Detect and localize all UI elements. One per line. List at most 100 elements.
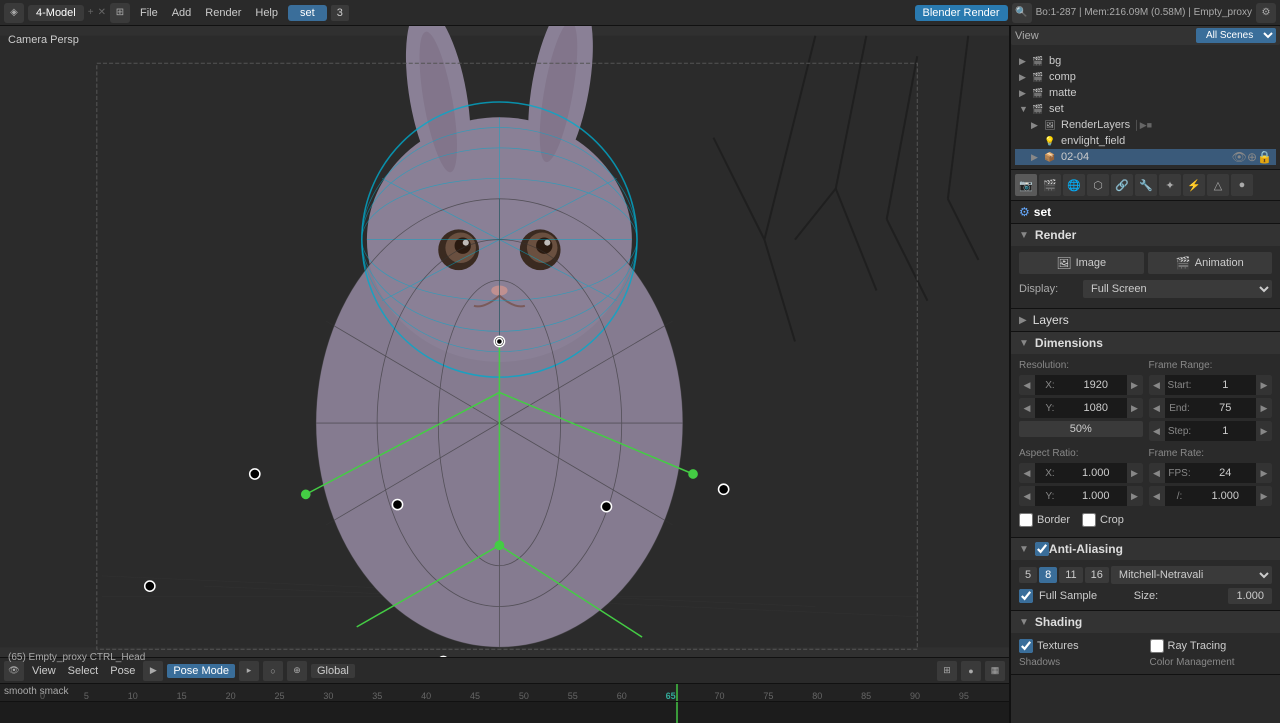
pose-mode-btn[interactable]: Pose Mode [167,664,235,678]
start-dec-btn[interactable]: ◀ [1149,375,1165,395]
viewport[interactable]: Camera Persp [0,26,1010,723]
eye-icon[interactable]: 👁 [1232,150,1247,164]
lock-icon[interactable]: 🔒 [1257,150,1272,164]
end-frame-field[interactable]: ◀ End: 75 ▶ [1149,398,1273,418]
render-icon[interactable]: ▦ [985,661,1005,681]
full-sample-checkbox[interactable] [1019,589,1033,603]
object-label-02-04: 02-04 [1061,151,1089,163]
timeline[interactable]: smooth smack 0 5 10 15 20 25 30 35 40 45 [0,683,1009,723]
cursor-icon[interactable]: ⊕ [1247,150,1257,164]
overlay-icon[interactable]: ⊞ [937,661,957,681]
material-prop-icon[interactable]: ● [1231,174,1253,196]
border-checkbox[interactable] [1019,513,1033,527]
render-section-header[interactable]: ▼ Render [1011,224,1280,246]
object-prop-icon[interactable]: ⬡ [1087,174,1109,196]
view-label[interactable]: View [1015,30,1039,42]
start-inc-btn[interactable]: ▶ [1256,375,1272,395]
layers-section[interactable]: ▶ Layers [1011,309,1280,332]
step-inc-btn[interactable]: ▶ [1256,421,1272,441]
aa-11-btn[interactable]: 11 [1059,567,1082,583]
scene-dropdown[interactable]: All Scenes [1196,28,1276,43]
percent-field[interactable]: 50% [1019,421,1143,437]
timeline-track[interactable] [0,702,1009,723]
fpsd-inc-btn[interactable]: ▶ [1256,486,1272,506]
aa-5-btn[interactable]: 5 [1019,567,1037,583]
physics-prop-icon[interactable]: ⚡ [1183,174,1205,196]
pose-menu[interactable]: Pose [106,665,139,677]
dimensions-section-header[interactable]: ▼ Dimensions [1011,332,1280,354]
shading-icon[interactable]: ● [961,661,981,681]
aa-enable-checkbox[interactable] [1035,542,1049,556]
aspect-x-field[interactable]: ◀ X: 1.000 ▶ [1019,463,1143,483]
shading-section-header[interactable]: ▼ Shading [1011,611,1280,633]
window-type-selector[interactable]: 4-Model [28,5,84,21]
x-dec-btn[interactable]: ◀ [1019,375,1035,395]
fps-denom-field[interactable]: ◀ /: 1.000 ▶ [1149,486,1273,506]
render-engine-selector[interactable]: Blender Render [915,5,1008,21]
snap-icon[interactable]: ⊕ [287,661,307,681]
global-btn[interactable]: Global [311,664,355,678]
tree-item-set[interactable]: ▼ 🎬 set [1015,101,1276,117]
scene-name[interactable]: set [288,5,327,21]
viewport-bottom-toolbar: 👁 View Select Pose ▶ Pose Mode ▸ ○ ⊕ Glo… [0,657,1009,683]
menu-file[interactable]: File [134,5,164,21]
y-dec-btn[interactable]: ◀ [1019,398,1035,418]
end-inc-btn[interactable]: ▶ [1256,398,1272,418]
aa-filter-dropdown[interactable]: Mitchell-Netravali [1111,566,1272,584]
select-menu[interactable]: Select [64,665,103,677]
toggle-icon[interactable]: ▸ [239,661,259,681]
ax-inc-btn[interactable]: ▶ [1127,463,1143,483]
tree-item-02-04[interactable]: ▶ 📦 02-04 👁 ⊕ 🔒 [1015,149,1276,165]
tree-item-bg[interactable]: ▶ 🎬 bg [1015,53,1276,69]
tree-item-comp[interactable]: ▶ 🎬 comp [1015,69,1276,85]
menu-render[interactable]: Render [199,5,247,21]
aa-8-btn[interactable]: 8 [1039,567,1057,583]
canvas-area[interactable] [0,26,1009,657]
playhead[interactable] [676,684,678,701]
data-prop-icon[interactable]: △ [1207,174,1229,196]
fps-dec-btn[interactable]: ◀ [1149,463,1165,483]
start-frame-field[interactable]: ◀ Start: 1 ▶ [1149,375,1273,395]
ay-dec-btn[interactable]: ◀ [1019,486,1035,506]
animation-render-btn[interactable]: 🎬 Animation [1148,252,1273,274]
fpsd-dec-btn[interactable]: ◀ [1149,486,1165,506]
settings-icon[interactable]: ⚙ [1256,3,1276,23]
ax-dec-btn[interactable]: ◀ [1019,463,1035,483]
tree-item-renderlayers[interactable]: ▶ 🖼 RenderLayers │ ▶ ■ [1015,117,1276,133]
world-prop-icon[interactable]: 🌐 [1063,174,1085,196]
aspect-y-field[interactable]: ◀ Y: 1.000 ▶ [1019,486,1143,506]
render-prop-icon[interactable]: 📷 [1015,174,1037,196]
view-menu[interactable]: View [28,665,60,677]
resolution-y-field[interactable]: ◀ Y: 1080 ▶ [1019,398,1143,418]
y-inc-btn[interactable]: ▶ [1127,398,1143,418]
draw-icon[interactable]: ○ [263,661,283,681]
mode-icon[interactable]: ▶ [143,661,163,681]
particle-prop-icon[interactable]: ✦ [1159,174,1181,196]
resolution-x-field[interactable]: ◀ X: 1920 ▶ [1019,375,1143,395]
tree-item-envlight[interactable]: 💡 envlight_field [1015,133,1276,149]
view-icon[interactable]: 👁 [4,661,24,681]
fps-inc-btn[interactable]: ▶ [1256,463,1272,483]
step-frame-field[interactable]: ◀ Step: 1 ▶ [1149,421,1273,441]
end-dec-btn[interactable]: ◀ [1149,398,1165,418]
textures-checkbox[interactable] [1019,639,1033,653]
step-dec-btn[interactable]: ◀ [1149,421,1165,441]
crop-label: Crop [1100,514,1124,526]
menu-add[interactable]: Add [166,5,198,21]
start-value: 1 [1195,379,1257,391]
ray-tracing-checkbox[interactable] [1150,639,1164,653]
fps-field[interactable]: ◀ FPS: 24 ▶ [1149,463,1273,483]
display-dropdown[interactable]: Full Screen [1083,280,1272,298]
menu-help[interactable]: Help [249,5,284,21]
constraint-prop-icon[interactable]: 🔗 [1111,174,1133,196]
image-render-btn[interactable]: 🖼 Image [1019,252,1144,274]
modifier-prop-icon[interactable]: 🔧 [1135,174,1157,196]
tree-item-matte[interactable]: ▶ 🎬 matte [1015,85,1276,101]
aa-section-header[interactable]: ▼ Anti-Aliasing [1011,538,1280,560]
ay-inc-btn[interactable]: ▶ [1127,486,1143,506]
scene-prop-icon[interactable]: 🎬 [1039,174,1061,196]
crop-checkbox[interactable] [1082,513,1096,527]
search-icon[interactable]: 🔍 [1012,3,1032,23]
x-inc-btn[interactable]: ▶ [1127,375,1143,395]
aa-16-btn[interactable]: 16 [1085,567,1109,583]
